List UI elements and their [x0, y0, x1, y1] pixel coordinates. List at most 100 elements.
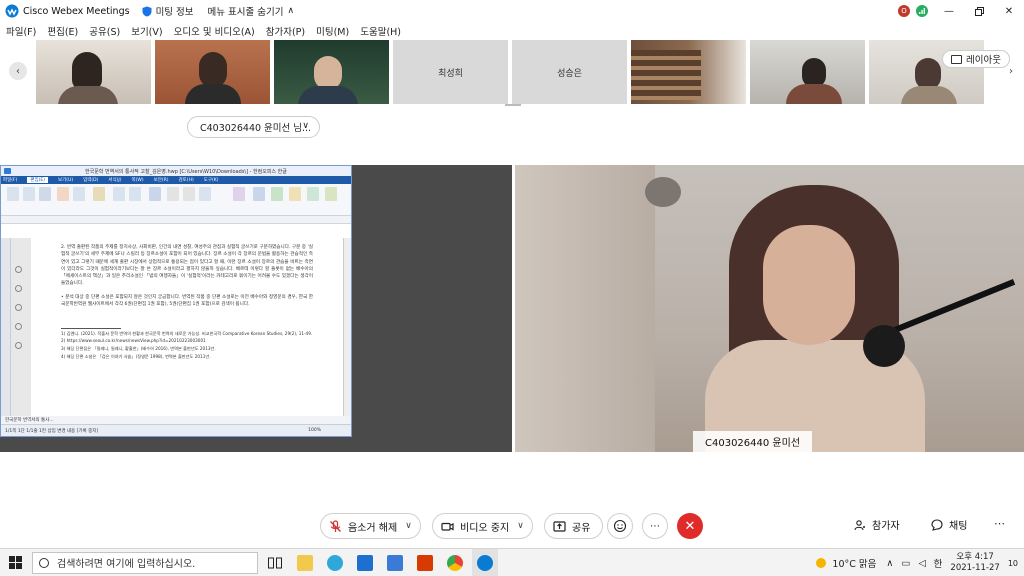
- participant-thumb[interactable]: [36, 40, 151, 104]
- weather-text[interactable]: 10°C 맑음: [832, 556, 876, 570]
- participant-thumb[interactable]: [274, 40, 389, 104]
- side-tool-icon: [15, 266, 22, 273]
- weather-sun-icon: [816, 558, 827, 568]
- task-view-icon[interactable]: [262, 549, 288, 576]
- menu-share[interactable]: 공유(S): [89, 24, 120, 38]
- participant-thumb[interactable]: [631, 40, 746, 104]
- hwp-app-icon: [4, 168, 11, 174]
- shared-doc-tabbar: 한국문학 번역서의 통사...: [1, 416, 351, 424]
- reactions-button[interactable]: [607, 513, 633, 539]
- chevron-up-icon: ∧: [287, 6, 295, 16]
- webex-taskbar-icon[interactable]: [472, 548, 498, 576]
- shared-doc-page: 2. 번역 출판된 작품의 주제를 정치사상, 사회비판, 인간의 내면 성찰,…: [31, 238, 343, 426]
- shield-icon: [142, 6, 152, 16]
- participant-thumb[interactable]: [750, 40, 865, 104]
- edge-icon[interactable]: [322, 549, 348, 576]
- camera-background-window: [515, 165, 655, 452]
- participant-thumb[interactable]: [155, 40, 270, 104]
- shared-doc-statusbar: 1/1쪽 1단 1/1줄 1칸 삽입 변경 내용 [기록 중지] 100%: [1, 424, 351, 436]
- ribbon-icon: [199, 187, 211, 201]
- camera-icon: [441, 522, 454, 531]
- shared-doc-tab: 서식(J): [108, 178, 122, 183]
- ribbon-icon: [183, 187, 195, 201]
- connection-signal-icon[interactable]: [916, 5, 928, 17]
- participant-thumb-named[interactable]: 성승은: [512, 40, 627, 104]
- chrome-icon[interactable]: [442, 549, 468, 576]
- start-button[interactable]: [0, 549, 30, 576]
- participants-button[interactable]: 참가자: [854, 517, 900, 532]
- menu-meeting[interactable]: 미팅(M): [316, 24, 349, 38]
- stop-video-button[interactable]: 비디오 중지 ∨: [432, 513, 533, 539]
- chevron-up-icon[interactable]: ∧: [886, 558, 893, 569]
- menu-edit[interactable]: 편집(E): [47, 24, 78, 38]
- shared-doc-format-bar: [1, 216, 351, 224]
- participant-video-body: [786, 84, 842, 104]
- volume-icon[interactable]: ◁: [918, 558, 925, 569]
- participant-video: [631, 50, 701, 100]
- menu-participants[interactable]: 참가자(P): [266, 24, 305, 38]
- doc-footnote: 2) https://www.seoul.co.kr/news/newsView…: [61, 338, 206, 344]
- ime-indicator[interactable]: 한: [934, 556, 943, 570]
- mail-icon[interactable]: [352, 549, 378, 576]
- panel-more-icon[interactable]: ⋯: [994, 517, 1005, 530]
- participant-thumb-named[interactable]: 최성희: [393, 40, 508, 104]
- menu-audio-video[interactable]: 오디오 및 비디오(A): [174, 24, 255, 38]
- taskbar-clock[interactable]: 오후 4:17 2021-11-27: [950, 552, 999, 574]
- participant-video: [72, 52, 102, 90]
- leave-meeting-button[interactable]: ✕: [677, 513, 703, 539]
- restore-icon[interactable]: [964, 0, 994, 22]
- strip-resize-handle[interactable]: [505, 104, 521, 106]
- menu-view[interactable]: 보기(V): [131, 24, 162, 38]
- meeting-info-label: 미팅 정보: [155, 7, 194, 18]
- search-icon: [39, 557, 49, 568]
- chevron-down-icon: ∨: [405, 521, 412, 531]
- close-icon[interactable]: ✕: [994, 0, 1024, 22]
- network-icon[interactable]: ▭: [901, 558, 910, 569]
- store-icon[interactable]: [382, 549, 408, 576]
- doc-footnote: 3) 해당 단편집은 「밀레니, 밀레니, 황홀한」(배수아 2016), 번역…: [61, 346, 216, 352]
- shared-doc-tabs: 파일(F) 편집(E) 보기(U) 입력(D) 서식(J) 쪽(W) 보안(R)…: [1, 176, 351, 184]
- meeting-stage: 한국문학 번역서의 통사적 고찰_김은영.hwp [C:\Users\W10\D…: [0, 165, 1024, 452]
- ribbon-icon: [325, 187, 337, 201]
- speaker-video[interactable]: C403026440 윤미선: [515, 165, 1024, 452]
- side-tool-icon: [15, 285, 22, 292]
- chat-icon: [931, 518, 943, 531]
- active-speaker-label: C403026440 윤미선 님...: [200, 123, 312, 134]
- ribbon-icon: [93, 187, 105, 201]
- clock-time: 오후 4:17: [956, 552, 994, 562]
- taskbar-search-input[interactable]: 검색하려면 여기에 입력하십시오.: [32, 551, 258, 574]
- ribbon-icon: [289, 187, 301, 201]
- unmute-button[interactable]: 음소거 해제 ∨: [320, 513, 421, 539]
- meeting-info-button[interactable]: 미팅 정보: [142, 4, 194, 18]
- strip-prev-button[interactable]: ‹: [9, 62, 27, 80]
- participant-video-body: [58, 86, 118, 104]
- shared-doc-file-tab: 한국문학 번역서의 통사...: [5, 418, 54, 423]
- share-icon: [553, 520, 566, 532]
- minimize-icon[interactable]: —: [934, 0, 964, 22]
- notification-badge[interactable]: 10: [1008, 559, 1018, 568]
- active-speaker-dropdown[interactable]: C403026440 윤미선 님... ∨: [187, 116, 320, 138]
- menu-file[interactable]: 파일(F): [6, 24, 36, 38]
- doc-footnote: 1) 김엔니. (2021). 적출서 문학 번역의 현황과 한국문학 번역의 …: [61, 330, 313, 336]
- shared-doc-title-text: 한국문학 번역서의 통사적 고찰_김은영.hwp [C:\Users\W10\D…: [85, 168, 287, 175]
- strip-next-button[interactable]: ›: [1002, 62, 1020, 80]
- office-icon[interactable]: [412, 549, 438, 576]
- chat-button[interactable]: 채팅: [931, 517, 967, 532]
- hide-menu-button[interactable]: 메뉴 표시줄 숨기기 ∧: [208, 4, 295, 18]
- shared-doc-tab: 파일(F): [3, 178, 18, 183]
- footnote-divider: [61, 328, 121, 329]
- shared-doc-scrollbar: [343, 238, 351, 426]
- ribbon-icon: [233, 187, 245, 201]
- title-bar: Cisco Webex Meetings 미팅 정보 메뉴 표시줄 숨기기 ∧ …: [0, 0, 1024, 22]
- ribbon-icon: [7, 187, 19, 201]
- file-explorer-icon[interactable]: [292, 549, 318, 576]
- doc-footnote: 4) 해당 단편 소설은 「검은 이야기 사슬」(정영문 1998), 번역본 …: [61, 353, 211, 359]
- share-button[interactable]: 공유: [544, 513, 604, 539]
- user-badge[interactable]: O: [898, 5, 910, 17]
- layout-button[interactable]: 레이아웃: [942, 50, 1010, 68]
- participant-video-body: [298, 86, 358, 104]
- webex-logo-icon: [5, 4, 19, 18]
- more-options-button[interactable]: ⋯: [642, 513, 668, 539]
- menu-help[interactable]: 도움말(H): [360, 24, 401, 38]
- chat-label: 채팅: [949, 521, 968, 532]
